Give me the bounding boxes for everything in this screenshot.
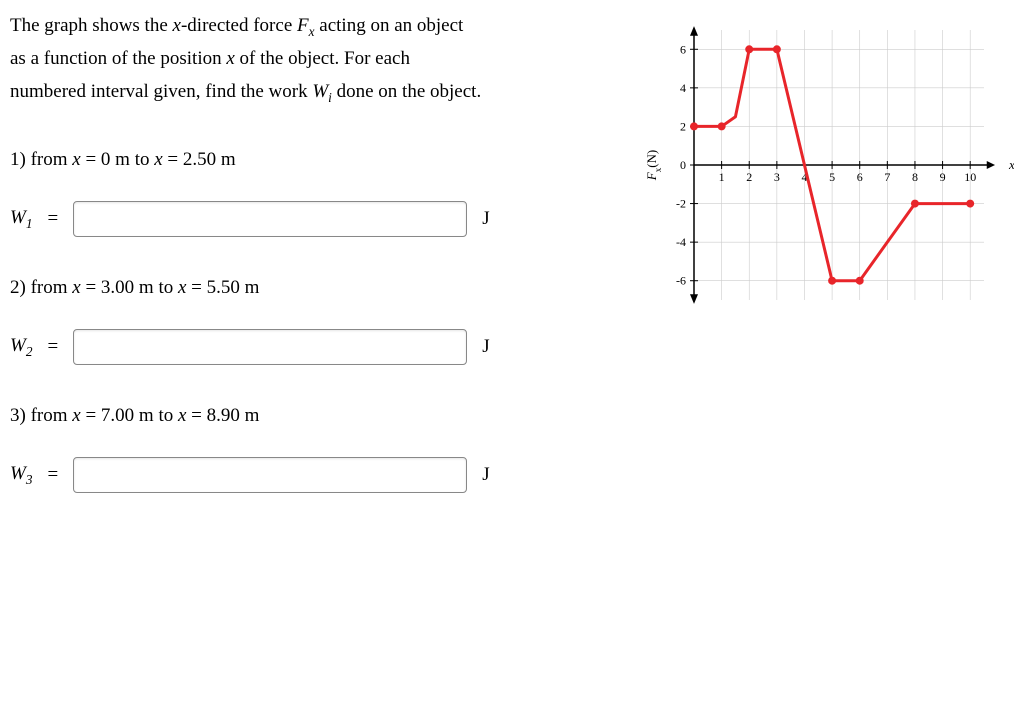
question-2-label: 2) from x = 3.00 m to x = 5.50 m [10,277,624,299]
svg-text:8: 8 [912,170,918,184]
svg-text:5: 5 [829,170,835,184]
w3-unit: J [482,464,489,486]
svg-text:2: 2 [680,119,686,133]
svg-text:7: 7 [884,170,890,184]
chart-column: 12345678910-6-4-20246x(m)Fx(N) [644,10,1014,533]
question-1: 1) from x = 0 m to x = 2.50 m W1 = J [10,149,624,237]
svg-text:6: 6 [857,170,863,184]
w1-input[interactable] [73,201,467,237]
svg-text:0: 0 [680,158,686,172]
question-3-label: 3) from x = 7.00 m to x = 8.90 m [10,405,624,427]
equals-sign: = [47,464,58,486]
w3-input[interactable] [73,457,467,493]
question-3: 3) from x = 7.00 m to x = 8.90 m W3 = J [10,405,624,493]
svg-text:1: 1 [719,170,725,184]
svg-text:3: 3 [774,170,780,184]
w1-variable: W1 [10,207,32,232]
question-2: 2) from x = 3.00 m to x = 5.50 m W2 = J [10,277,624,365]
svg-text:x(m): x(m) [1008,157,1014,172]
svg-text:-2: -2 [676,197,686,211]
svg-text:Fx(N): Fx(N) [644,150,663,182]
force-position-chart: 12345678910-6-4-20246x(m)Fx(N) [644,20,1014,320]
w3-variable: W3 [10,463,32,488]
svg-text:6: 6 [680,42,686,56]
svg-text:-4: -4 [676,235,686,249]
w2-unit: J [482,336,489,358]
question-column: The graph shows the x-directed force Fx … [10,10,624,533]
w2-input[interactable] [73,329,467,365]
svg-text:4: 4 [680,81,686,95]
svg-text:9: 9 [940,170,946,184]
problem-statement: The graph shows the x-directed force Fx … [10,10,624,109]
w1-unit: J [482,208,489,230]
svg-text:-6: -6 [676,274,686,288]
equals-sign: = [47,336,58,358]
equals-sign: = [47,208,58,230]
svg-text:10: 10 [964,170,976,184]
w2-variable: W2 [10,335,32,360]
svg-text:2: 2 [746,170,752,184]
question-1-label: 1) from x = 0 m to x = 2.50 m [10,149,624,171]
